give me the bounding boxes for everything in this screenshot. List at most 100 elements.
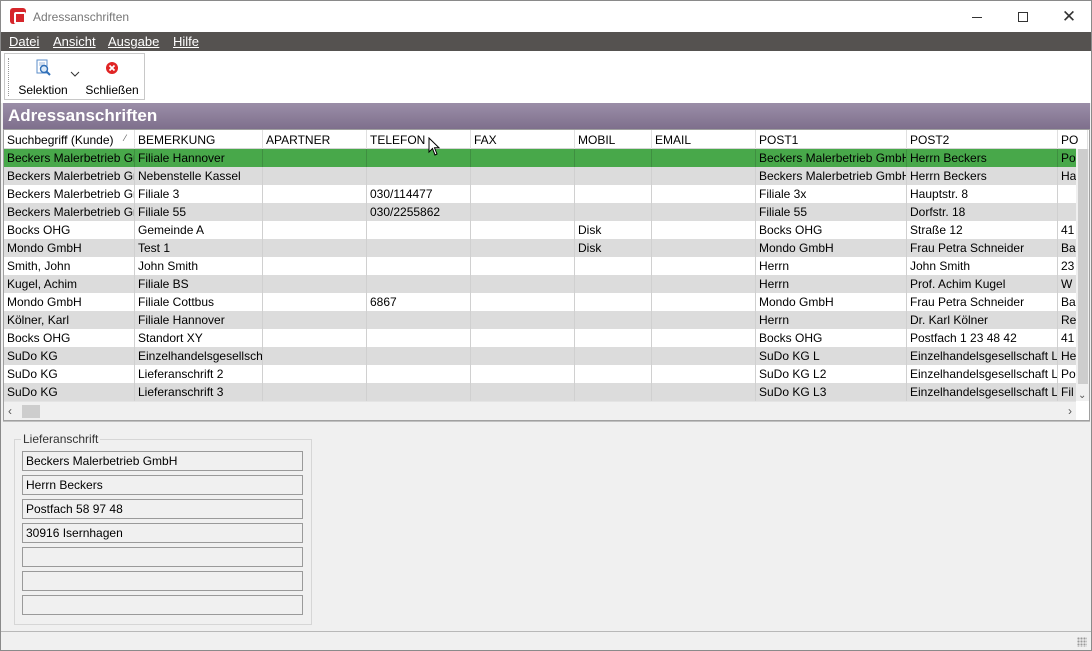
- cell-post1[interactable]: Bocks OHG: [756, 221, 907, 239]
- cell-suchbegriff[interactable]: SuDo KG: [4, 365, 135, 383]
- cell-post2[interactable]: Hauptstr. 8: [907, 185, 1058, 203]
- cell-post1[interactable]: Herrn: [756, 257, 907, 275]
- cell-telefon[interactable]: [367, 167, 471, 185]
- cell-suchbegriff[interactable]: Mondo GmbH: [4, 293, 135, 311]
- cell-apartner[interactable]: [263, 275, 367, 293]
- address-line-2[interactable]: Herrn Beckers: [22, 475, 303, 495]
- cell-post2[interactable]: Postfach 1 23 48 42: [907, 329, 1058, 347]
- cell-apartner[interactable]: [263, 221, 367, 239]
- horizontal-scroll-thumb[interactable]: [22, 405, 40, 418]
- cell-mobil[interactable]: [575, 149, 652, 167]
- minimize-button[interactable]: [954, 1, 1000, 32]
- column-header-email[interactable]: EMAIL: [652, 130, 756, 149]
- menu-datei[interactable]: Datei: [9, 34, 39, 49]
- cell-email[interactable]: [652, 221, 756, 239]
- cell-telefon[interactable]: [367, 383, 471, 401]
- menu-hilfe[interactable]: Hilfe: [173, 34, 199, 49]
- cell-telefon[interactable]: [367, 149, 471, 167]
- cell-suchbegriff[interactable]: Beckers Malerbetrieb GmbH: [4, 185, 135, 203]
- address-line-4[interactable]: 30916 Isernhagen: [22, 523, 303, 543]
- table-row-selected[interactable]: Beckers Malerbetrieb GmbHFiliale Hannove…: [4, 149, 1076, 167]
- cell-post1[interactable]: SuDo KG L2: [756, 365, 907, 383]
- cell-fax[interactable]: [471, 365, 575, 383]
- title-bar[interactable]: Adressanschriften ✕: [1, 1, 1091, 32]
- cell-apartner[interactable]: [263, 185, 367, 203]
- cell-fax[interactable]: [471, 347, 575, 365]
- cell-telefon[interactable]: [367, 347, 471, 365]
- cell-po[interactable]: Ba: [1058, 293, 1076, 311]
- column-header-post2[interactable]: POST2: [907, 130, 1058, 149]
- horizontal-scrollbar[interactable]: ‹ ›: [4, 401, 1076, 420]
- cell-email[interactable]: [652, 185, 756, 203]
- table-row[interactable]: Kölner, Karl Filiale Hannover Herrn Dr. Kar…: [4, 311, 1076, 329]
- cell-mobil[interactable]: [575, 347, 652, 365]
- resize-grip-icon[interactable]: [1077, 637, 1087, 647]
- cell-bemerkung[interactable]: John Smith: [135, 257, 263, 275]
- cell-po[interactable]: 41: [1058, 329, 1076, 347]
- column-header-bemerkung[interactable]: BEMERKUNG: [135, 130, 263, 149]
- cell-email[interactable]: [652, 383, 756, 401]
- menu-ansicht[interactable]: Ansicht: [53, 34, 96, 49]
- cell-fax[interactable]: [471, 311, 575, 329]
- cell-po[interactable]: Po: [1058, 365, 1076, 383]
- cell-post1[interactable]: Mondo GmbH: [756, 293, 907, 311]
- column-header-po[interactable]: PO: [1058, 130, 1088, 149]
- cell-suchbegriff[interactable]: Beckers Malerbetrieb GmbH: [4, 203, 135, 221]
- column-header-post1[interactable]: POST1: [756, 130, 907, 149]
- column-header-apartner[interactable]: APARTNER: [263, 130, 367, 149]
- cell-apartner[interactable]: [263, 383, 367, 401]
- cell-bemerkung[interactable]: Einzelhandelsgesellschaft: [135, 347, 263, 365]
- cell-suchbegriff[interactable]: Beckers Malerbetrieb GmbH: [4, 167, 135, 185]
- cell-fax[interactable]: [471, 185, 575, 203]
- cell-apartner[interactable]: [263, 311, 367, 329]
- cell-mobil[interactable]: [575, 311, 652, 329]
- cell-email[interactable]: [652, 329, 756, 347]
- address-grid[interactable]: Suchbegriff (Kunde) ⁄ BEMERKUNG APARTNER TEL…: [3, 129, 1090, 421]
- cell-suchbegriff[interactable]: Mondo GmbH: [4, 239, 135, 257]
- cell-fax[interactable]: [471, 167, 575, 185]
- cell-post2[interactable]: Herrn Beckers: [907, 167, 1058, 185]
- address-line-7[interactable]: [22, 595, 303, 615]
- cell-telefon[interactable]: 6867: [367, 293, 471, 311]
- cell-post2[interactable]: Frau Petra Schneider: [907, 239, 1058, 257]
- selektion-dropdown-arrow-icon[interactable]: [70, 70, 82, 82]
- cell-post2[interactable]: Prof. Achim Kugel: [907, 275, 1058, 293]
- cell-bemerkung[interactable]: Filiale Hannover: [135, 149, 263, 167]
- menu-ausgabe[interactable]: Ausgabe: [108, 34, 159, 49]
- address-line-5[interactable]: [22, 547, 303, 567]
- cell-telefon[interactable]: 030/2255862: [367, 203, 471, 221]
- cell-post2[interactable]: John Smith: [907, 257, 1058, 275]
- cell-fax[interactable]: [471, 257, 575, 275]
- cell-email[interactable]: [652, 311, 756, 329]
- column-header-mobil[interactable]: MOBIL: [575, 130, 652, 149]
- cell-suchbegriff[interactable]: Beckers Malerbetrieb GmbH: [4, 149, 135, 167]
- table-row[interactable]: SuDo KG Lieferanschrift 3 SuDo KG L3 Einzel…: [4, 383, 1076, 401]
- cell-suchbegriff[interactable]: Kölner, Karl: [4, 311, 135, 329]
- scroll-right-icon[interactable]: ›: [1068, 404, 1072, 418]
- cell-email[interactable]: [652, 203, 756, 221]
- table-row[interactable]: Bocks OHG Standort XY Bocks OHG Postfach 1 …: [4, 329, 1076, 347]
- column-header-fax[interactable]: FAX: [471, 130, 575, 149]
- cell-po[interactable]: Fil: [1058, 383, 1076, 401]
- cell-fax[interactable]: [471, 203, 575, 221]
- cell-post1[interactable]: Filiale 3x: [756, 185, 907, 203]
- cell-post2[interactable]: Herrn Beckers: [907, 149, 1058, 167]
- cell-telefon[interactable]: [367, 257, 471, 275]
- cell-bemerkung[interactable]: Filiale Hannover: [135, 311, 263, 329]
- cell-po[interactable]: [1058, 203, 1076, 221]
- cell-po[interactable]: Ba: [1058, 239, 1076, 257]
- vertical-scrollbar[interactable]: ⌄: [1076, 149, 1089, 401]
- cell-post1[interactable]: Filiale 55: [756, 203, 907, 221]
- selektion-button[interactable]: Selektion: [15, 57, 71, 97]
- cell-mobil[interactable]: [575, 203, 652, 221]
- cell-mobil[interactable]: [575, 167, 652, 185]
- cell-po[interactable]: [1058, 185, 1076, 203]
- table-row[interactable]: Kugel, Achim Filiale BS Herrn Prof. Achim K…: [4, 275, 1076, 293]
- cell-telefon[interactable]: [367, 275, 471, 293]
- cell-apartner[interactable]: [263, 203, 367, 221]
- cell-post2[interactable]: Dr. Karl Kölner: [907, 311, 1058, 329]
- cell-post1[interactable]: Herrn: [756, 275, 907, 293]
- grid-body[interactable]: Beckers Malerbetrieb GmbHFiliale Hannove…: [4, 149, 1076, 401]
- cell-mobil[interactable]: [575, 329, 652, 347]
- cell-post1[interactable]: Bocks OHG: [756, 329, 907, 347]
